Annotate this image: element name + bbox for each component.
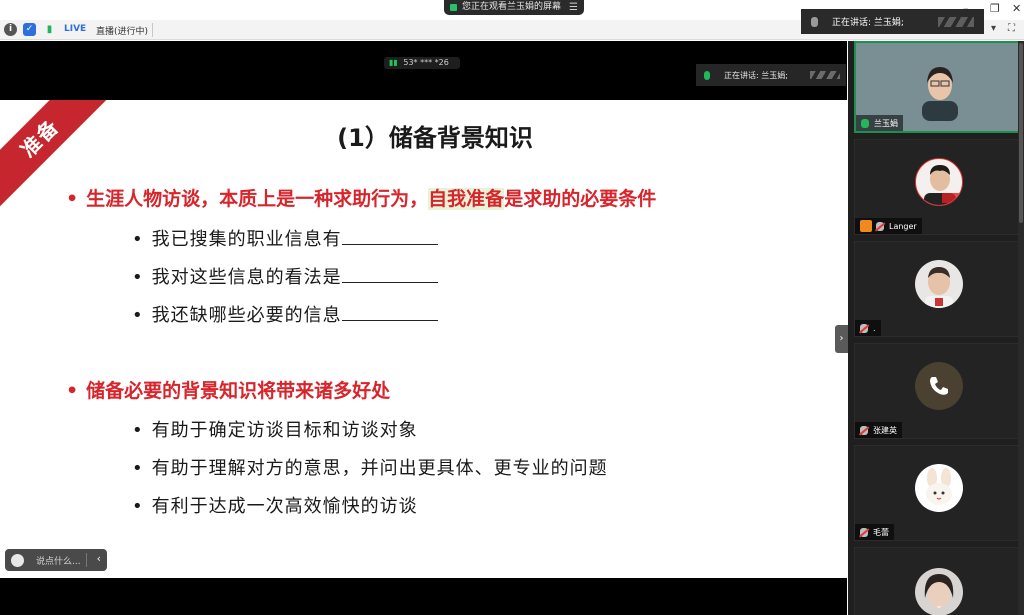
bullet-1-part2: 是求助的必要条件 [504, 188, 657, 210]
host-badge-icon [860, 220, 872, 232]
signal-text: 53* *** *26 [403, 58, 449, 67]
participant-tile[interactable]: 张建英 [854, 343, 1022, 439]
muted-microphone-icon [860, 323, 868, 333]
sub-item: • 有助于理解对方的意思，并问出更具体、更专业的问题 [132, 454, 608, 480]
network-signal: ▮▮ 53* *** *26 [384, 57, 460, 69]
hamburger-icon[interactable]: ☰ [569, 0, 578, 15]
sub-item-text: 有利于达成一次高效愉快的访谈 [151, 496, 418, 517]
speaking-banner: 正在讲话: 兰玉娟; [801, 9, 984, 34]
participants-panel: ⌃ 兰玉娟 [848, 41, 1024, 615]
inner-speaking-text: 正在讲话: 兰玉娟; [724, 70, 788, 80]
sub-item: • 有利于达成一次高效愉快的访谈 [132, 492, 418, 518]
share-notice-text: 您正在观看兰玉娟的屏幕 [462, 2, 562, 12]
participant-tile[interactable]: Langer [854, 139, 1022, 235]
live-badge: LIVE [64, 24, 87, 34]
sub-item-text: 我已搜集的职业信息有 [151, 229, 342, 250]
participant-name-bar: 兰玉娟 [856, 115, 903, 131]
chat-input[interactable]: 说点什么... ‹ [5, 549, 107, 571]
sub-item-text: 我对这些信息的看法是 [151, 267, 342, 288]
bullet-1-part1: 生涯人物访谈，本质上是一种求助行为， [86, 188, 429, 210]
panel-scrollbar[interactable] [1018, 41, 1024, 615]
bullet-dot: • [132, 267, 144, 288]
sub-item-text: 我还缺哪些必要的信息 [151, 305, 342, 326]
sub-item: • 我还缺哪些必要的信息 [132, 301, 438, 327]
participant-name: . [873, 323, 876, 333]
share-status-icon [450, 4, 457, 11]
sub-item-text: 有助于确定访谈目标和访谈对象 [151, 420, 418, 441]
bullet-1: • 生涯人物访谈，本质上是一种求助行为，自我准备是求助的必要条件 [66, 184, 656, 211]
close-button[interactable]: ✕ [1012, 2, 1021, 15]
slide-title: (1）储备背景知识 [337, 124, 533, 152]
participant-name-bar: 毛蕾 [855, 524, 894, 540]
bullet-dot: • [132, 458, 144, 479]
chevron-left-icon[interactable]: ‹ [97, 552, 101, 565]
emoji-icon[interactable] [11, 553, 24, 567]
avatar [915, 158, 963, 206]
participant-name-bar: . [855, 320, 881, 336]
microphone-icon [704, 70, 710, 80]
participant-name-bar: Langer [855, 218, 922, 234]
avatar [915, 260, 963, 308]
bullet-dot: • [66, 188, 79, 210]
decorative-pattern [938, 17, 974, 27]
scrollbar-thumb[interactable] [1019, 43, 1023, 223]
muted-microphone-icon [860, 527, 868, 537]
restore-button[interactable]: ❐ [990, 2, 1000, 15]
live-status: 直播(进行中) [96, 27, 149, 37]
bullet-1-highlight: 自我准备 [428, 188, 505, 210]
bullet-dot: • [132, 305, 144, 326]
participant-name-bar: 张建英 [855, 422, 902, 438]
dropdown-arrow-icon[interactable]: ▾ [991, 23, 996, 34]
panel-collapse-button[interactable]: › [835, 325, 848, 353]
participant-tile[interactable]: 兰玉娟 [854, 41, 1022, 133]
muted-microphone-icon [876, 221, 884, 231]
speaking-text: 正在讲话: 兰玉娟; [832, 18, 904, 28]
sub-item: • 有助于确定访谈目标和访谈对象 [132, 416, 418, 442]
muted-microphone-icon [860, 425, 868, 435]
screen-share-notice[interactable]: 您正在观看兰玉娟的屏幕 ☰ [444, 0, 584, 15]
fill-blank [341, 231, 438, 245]
divider [86, 553, 87, 567]
sub-item: • 我对这些信息的看法是 [132, 263, 438, 289]
scroll-down-button[interactable]: ⌄ [932, 601, 946, 611]
participant-name: Langer [889, 221, 917, 231]
inner-speaking-banner: 正在讲话: 兰玉娟; [696, 64, 846, 86]
fill-blank [341, 269, 438, 283]
fullscreen-icon[interactable]: ⛶ [1008, 23, 1015, 34]
fill-blank [341, 307, 438, 321]
participant-tile[interactable]: . [854, 241, 1022, 337]
bullet-dot: • [132, 496, 144, 517]
participant-video [918, 61, 962, 121]
phone-avatar [915, 362, 963, 410]
participant-name: 毛蕾 [873, 527, 889, 537]
decorative-pattern [810, 71, 840, 79]
participant-name: 张建英 [873, 425, 897, 435]
shield-icon[interactable]: ✓ [23, 23, 36, 36]
divider [152, 23, 153, 37]
microphone-icon [811, 16, 818, 27]
microphone-icon [861, 118, 869, 128]
bullet-dot: • [132, 420, 144, 441]
sub-item: • 我已搜集的职业信息有 [132, 225, 438, 251]
info-icon[interactable]: i [4, 23, 17, 36]
sub-item-text: 有助于理解对方的意思，并问出更具体、更专业的问题 [151, 458, 608, 479]
signal-bars-icon[interactable]: ▮ [43, 23, 56, 36]
bullet-2: • 储备必要的背景知识将带来诸多好处 [66, 376, 390, 403]
chat-placeholder: 说点什么... [36, 556, 81, 567]
bullet-dot: • [132, 229, 144, 250]
participant-name: 兰玉娟 [874, 118, 898, 128]
bullet-dot: • [66, 380, 79, 402]
meeting-app: 您正在观看兰玉娟的屏幕 ☰ – ❐ ✕ i ✓ ▮ LIVE 直播(进行中) ▾… [0, 0, 1024, 615]
signal-icon: ▮▮ [389, 58, 398, 67]
participant-tile[interactable]: 毛蕾 [854, 445, 1022, 541]
avatar [915, 464, 963, 512]
presentation-slide: 准备 (1）储备背景知识 • 生涯人物访谈，本质上是一种求助行为，自我准备是求助的… [0, 100, 847, 578]
bullet-2-text: 储备必要的背景知识将带来诸多好处 [86, 380, 391, 402]
